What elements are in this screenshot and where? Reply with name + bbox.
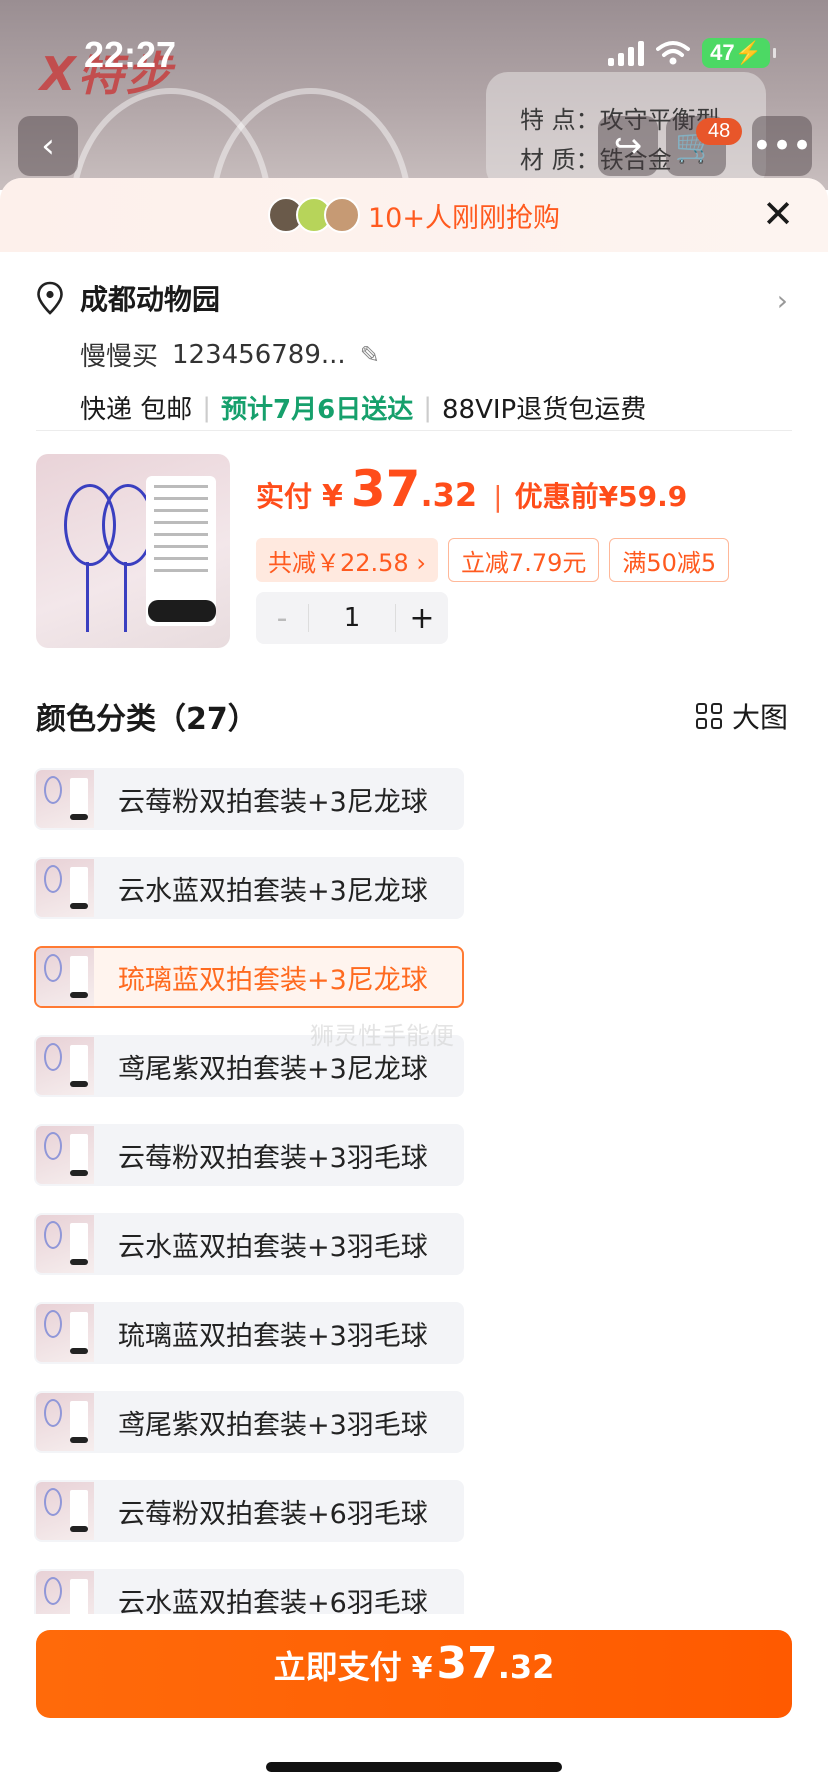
back-button[interactable]: ‹ bbox=[18, 116, 78, 176]
option-list: 云莓粉双拍套装+3尼龙球 云水蓝双拍套装+3尼龙球 琉璃蓝双拍套装+3尼龙球 鸢尾紫双… bbox=[34, 768, 794, 1614]
delivery-estimate: 预计7月6日送达 bbox=[221, 395, 414, 425]
share-icon: ↪ bbox=[613, 126, 643, 166]
option-thumbnail bbox=[36, 859, 94, 917]
racket-image bbox=[210, 88, 412, 190]
recipient-phone: 123456789... bbox=[172, 339, 346, 370]
cart-badge: 48 bbox=[696, 118, 743, 145]
option-label: 琉璃蓝双拍套装+3尼龙球 bbox=[118, 964, 428, 996]
original-price: ¥59.9 bbox=[598, 480, 688, 513]
option-item[interactable]: 琉璃蓝双拍套装+3羽毛球 bbox=[34, 1302, 464, 1364]
more-icon: ••• bbox=[751, 126, 813, 166]
shipping-method: 快递 包邮 bbox=[80, 395, 193, 425]
price-integer: 37 bbox=[350, 460, 421, 518]
option-item[interactable]: 云水蓝双拍套装+3羽毛球 bbox=[34, 1213, 464, 1275]
option-label: 琉璃蓝双拍套装+3羽毛球 bbox=[118, 1320, 428, 1352]
address-section[interactable]: 成都动物园 › 慢慢买 123456789... ✎ 快递 包邮 | 预计7月6… bbox=[36, 278, 792, 426]
original-price-label: 优惠前 bbox=[514, 480, 599, 513]
wifi-icon bbox=[656, 41, 691, 65]
option-item[interactable]: 鸢尾紫双拍套装+3羽毛球 bbox=[34, 1391, 464, 1453]
separator: | bbox=[493, 480, 503, 513]
sheet-header: 10+人刚刚抢购 ✕ bbox=[0, 178, 828, 252]
option-label: 云水蓝双拍套装+6羽毛球 bbox=[118, 1587, 428, 1615]
status-icons: 47⚡ bbox=[608, 38, 776, 68]
option-label: 鸢尾紫双拍套装+3羽毛球 bbox=[118, 1409, 428, 1441]
discount-tags: 共减￥22.58 › 立减7.79元 满50减5 bbox=[256, 538, 730, 582]
pay-label: 立即支付 bbox=[273, 1648, 402, 1686]
signal-icon bbox=[608, 40, 645, 66]
quantity-stepper: - 1 + bbox=[256, 592, 448, 644]
recipient-name: 慢慢买 bbox=[80, 342, 159, 372]
option-label: 云水蓝双拍套装+3羽毛球 bbox=[118, 1231, 428, 1263]
recent-buyers-text: 10+人刚刚抢购 bbox=[368, 202, 560, 234]
option-thumbnail bbox=[36, 1126, 94, 1184]
close-button[interactable]: ✕ bbox=[762, 192, 794, 236]
option-thumbnail bbox=[36, 1482, 94, 1540]
status-time: 22:27 bbox=[84, 34, 177, 75]
address-name: 成都动物园 bbox=[80, 283, 221, 316]
option-item[interactable]: 云莓粉双拍套装+6羽毛球 bbox=[34, 1480, 464, 1542]
pay-amount-decimal: .32 bbox=[497, 1648, 555, 1686]
grid-icon bbox=[695, 703, 722, 729]
currency-symbol: ¥ bbox=[411, 1651, 433, 1686]
option-thumbnail bbox=[36, 1571, 94, 1614]
pay-amount-integer: 37 bbox=[436, 1638, 498, 1689]
separator: | bbox=[202, 392, 212, 423]
option-thumbnail bbox=[36, 948, 94, 1006]
coupon-tag: 满50减5 bbox=[609, 538, 730, 582]
battery-indicator: 47⚡ bbox=[702, 38, 776, 68]
option-item[interactable]: 云水蓝双拍套装+3尼龙球 bbox=[34, 857, 464, 919]
price-decimal: .32 bbox=[420, 476, 478, 514]
option-thumbnail bbox=[36, 770, 94, 828]
chevron-left-icon: ‹ bbox=[41, 126, 55, 166]
return-policy: 88VIP退货包运费 bbox=[441, 395, 647, 425]
divider bbox=[36, 430, 792, 431]
option-item[interactable]: 云莓粉双拍套装+3尼龙球 bbox=[34, 768, 464, 830]
share-button[interactable]: ↪ bbox=[598, 116, 658, 176]
option-label: 云莓粉双拍套装+3尼龙球 bbox=[118, 786, 428, 818]
purchase-sheet: 10+人刚刚抢购 ✕ 成都动物园 › 慢慢买 123456789... ✎ 快递… bbox=[0, 178, 828, 1792]
option-item[interactable]: 云水蓝双拍套装+6羽毛球 bbox=[34, 1569, 464, 1614]
pay-now-button[interactable]: 立即支付 ¥ 37 .32 bbox=[36, 1630, 792, 1718]
big-view-toggle[interactable]: 大图 bbox=[695, 696, 788, 736]
option-label: 云莓粉双拍套装+3羽毛球 bbox=[118, 1142, 428, 1174]
separator: | bbox=[423, 392, 432, 423]
option-thumbnail bbox=[36, 1037, 94, 1095]
option-thumbnail bbox=[36, 1304, 94, 1362]
option-thumbnail bbox=[36, 1215, 94, 1273]
edit-icon[interactable]: ✎ bbox=[360, 341, 380, 369]
option-label: 云莓粉双拍套装+6羽毛球 bbox=[118, 1498, 428, 1530]
home-indicator bbox=[266, 1762, 562, 1772]
option-label: 鸢尾紫双拍套装+3尼龙球 bbox=[118, 1053, 428, 1085]
location-pin-icon bbox=[37, 281, 63, 315]
quantity-value[interactable]: 1 bbox=[308, 604, 396, 632]
currency-symbol: ¥ bbox=[322, 479, 343, 514]
increase-button[interactable]: + bbox=[396, 601, 448, 636]
price-label: 实付 bbox=[256, 480, 313, 513]
background-product-page: X特步 特 点：攻守平衡型 材 质：铁合金 22:27 47⚡ ‹ ↪ 🛒 48… bbox=[0, 0, 828, 190]
avatar bbox=[324, 197, 360, 233]
buyer-avatars bbox=[268, 197, 360, 233]
option-item[interactable]: 琉璃蓝双拍套装+3尼龙球 bbox=[34, 946, 464, 1008]
section-title: 颜色分类（27） bbox=[36, 702, 258, 737]
option-label: 云水蓝双拍套装+3尼龙球 bbox=[118, 875, 428, 907]
total-discount-tag[interactable]: 共减￥22.58 › bbox=[256, 538, 438, 582]
decrease-button[interactable]: - bbox=[256, 601, 308, 636]
watermark: 狮灵性手能便 bbox=[310, 1022, 454, 1050]
chevron-right-icon: › bbox=[776, 284, 788, 317]
option-item[interactable]: 云莓粉双拍套装+3羽毛球 bbox=[34, 1124, 464, 1186]
close-icon: ✕ bbox=[762, 192, 794, 236]
option-thumbnail bbox=[36, 1393, 94, 1451]
big-view-label: 大图 bbox=[731, 701, 788, 734]
product-thumbnail[interactable] bbox=[36, 454, 230, 648]
more-button[interactable]: ••• bbox=[752, 116, 812, 176]
coupon-tag: 立减7.79元 bbox=[447, 538, 600, 582]
price-line: 实付 ¥ 37 .32 | 优惠前 ¥59.9 bbox=[256, 460, 687, 518]
